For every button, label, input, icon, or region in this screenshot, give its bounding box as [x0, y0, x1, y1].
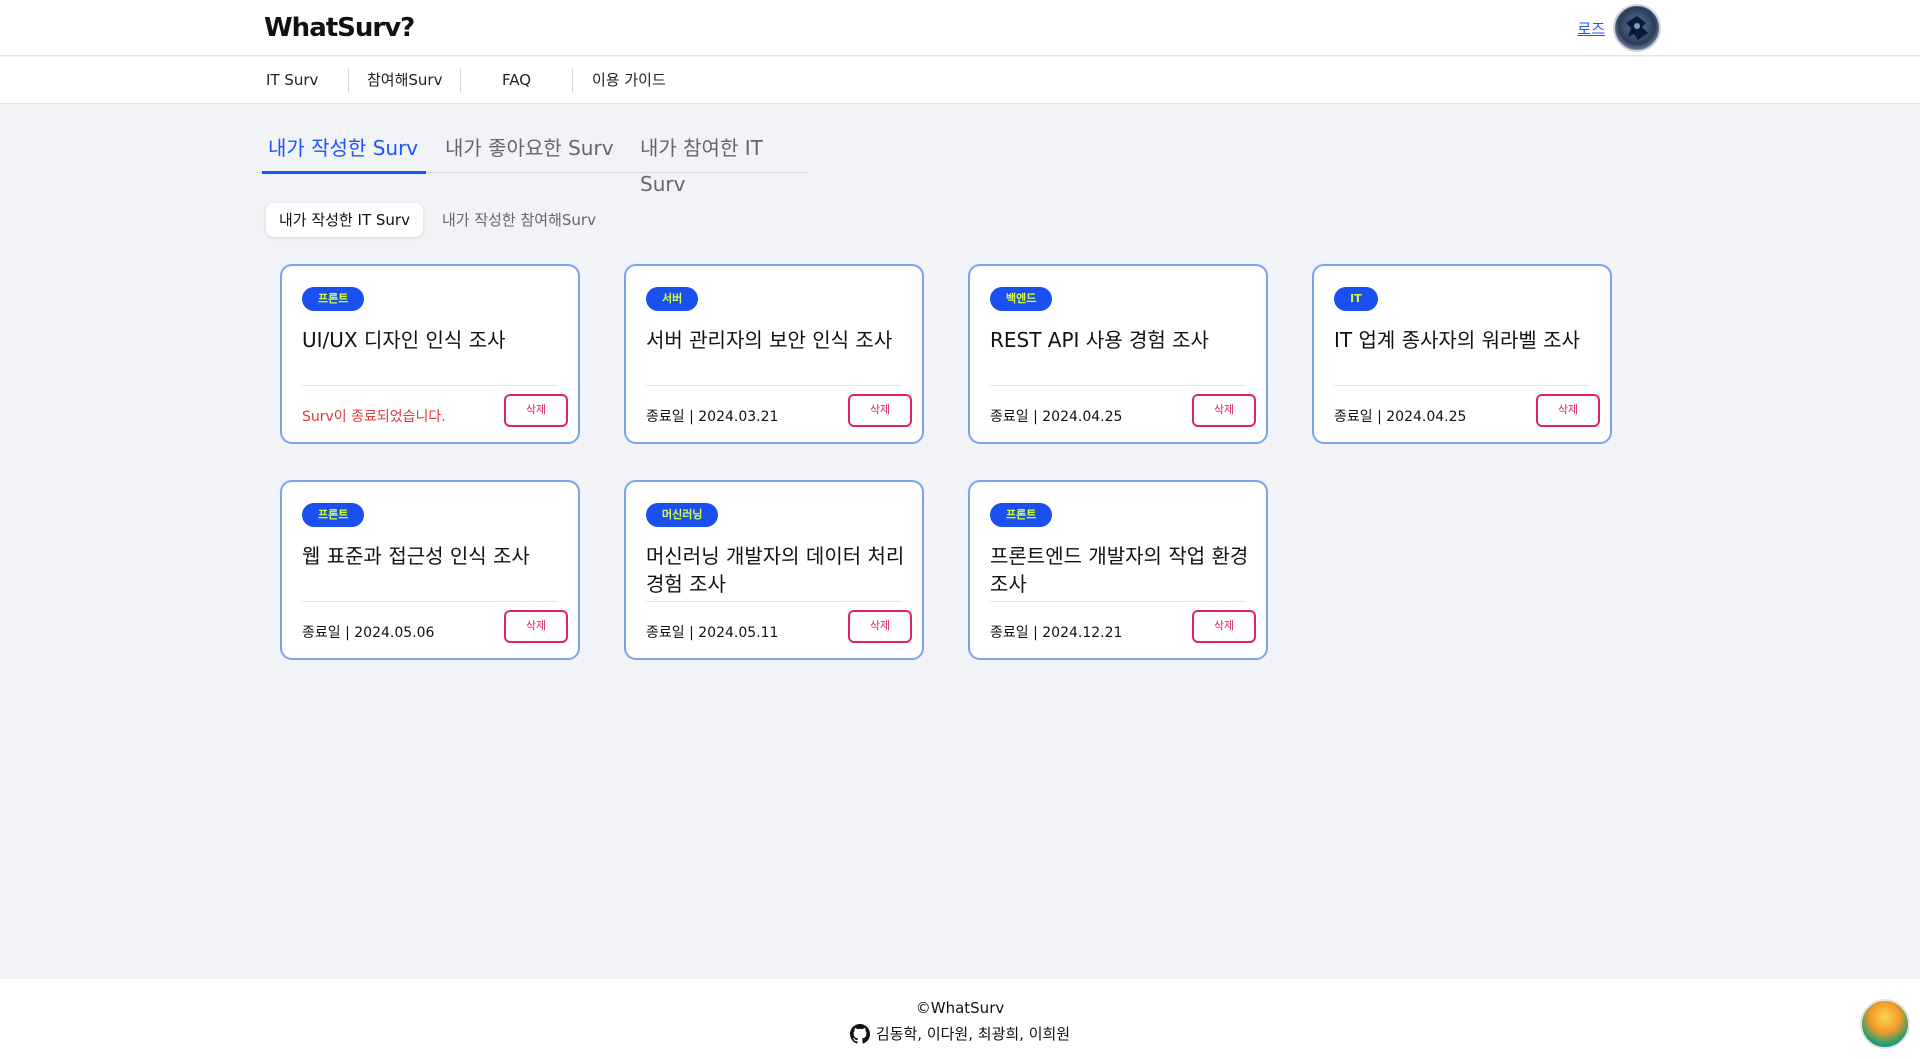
survey-title[interactable]: 프론트엔드 개발자의 작업 환경 조사 — [990, 542, 1252, 598]
survey-end-date: 종료일 | 2024.05.11 — [646, 625, 779, 641]
page-footer: ©WhatSurv 김동학, 이다원, 최광희, 이희원 — [0, 979, 1920, 1059]
survey-card[interactable]: 프론트 UI/UX 디자인 인식 조사 Surv이 종료되었습니다. 삭제 — [280, 264, 580, 444]
category-badge: IT — [1334, 287, 1378, 311]
user-avatar[interactable] — [1613, 4, 1661, 52]
survey-card[interactable]: IT IT 업계 종사자의 워라벨 조사 종료일 | 2024.04.25 삭제 — [1312, 264, 1612, 444]
tab-my-participated-it-surv[interactable]: 내가 참여한 IT Surv — [640, 130, 808, 196]
nav-divider — [348, 69, 349, 93]
survey-card[interactable]: 프론트 웹 표준과 접근성 인식 조사 종료일 | 2024.05.06 삭제 — [280, 480, 580, 660]
nav-item-faq[interactable]: FAQ — [502, 57, 531, 104]
github-icon[interactable] — [849, 1023, 870, 1044]
avatar-icon — [1626, 16, 1648, 40]
survey-end-date: 종료일 | 2024.03.21 — [646, 409, 779, 425]
survey-end-date: 종료일 | 2024.12.21 — [990, 625, 1123, 641]
category-badge: 프론트 — [990, 503, 1053, 527]
sub-tabs: 내가 작성한 IT Surv 내가 작성한 참여해Surv — [266, 203, 609, 237]
survey-end-date: 종료일 | 2024.04.25 — [990, 409, 1123, 425]
survey-card[interactable]: 프론트 프론트엔드 개발자의 작업 환경 조사 종료일 | 2024.12.21… — [968, 480, 1268, 660]
mypage-tabs: 내가 작성한 Surv 내가 좋아요한 Surv 내가 참여한 IT Surv — [260, 130, 808, 196]
delete-button[interactable]: 삭제 — [1192, 610, 1256, 643]
survey-end-date: 종료일 | 2024.05.06 — [302, 625, 435, 641]
logo-text: WhatSurv? — [264, 13, 415, 43]
nav-item-guide[interactable]: 이용 가이드 — [592, 57, 666, 104]
delete-button[interactable]: 삭제 — [1192, 394, 1256, 427]
survey-card[interactable]: 서버 서버 관리자의 보안 인식 조사 종료일 | 2024.03.21 삭제 — [624, 264, 924, 444]
card-divider — [646, 385, 902, 386]
delete-button[interactable]: 삭제 — [1536, 394, 1600, 427]
user-name-link[interactable]: 로즈 — [1577, 18, 1605, 39]
main-nav: IT Surv 참여해Surv FAQ 이용 가이드 — [0, 57, 1920, 104]
card-divider — [990, 385, 1246, 386]
card-divider — [1334, 385, 1590, 386]
survey-title[interactable]: 머신러닝 개발자의 데이터 처리 경험 조사 — [646, 542, 908, 598]
nav-item-participate-surv[interactable]: 참여해Surv — [367, 57, 442, 104]
category-badge: 서버 — [646, 287, 699, 311]
nav-item-it-surv[interactable]: IT Surv — [266, 57, 318, 104]
team-members: 김동학, 이다원, 최광희, 이희원 — [0, 1023, 1920, 1044]
logo[interactable]: WhatSurv? — [264, 11, 415, 45]
floating-action-button[interactable] — [1860, 999, 1910, 1049]
card-divider — [646, 601, 902, 602]
subtab-my-it-surv[interactable]: 내가 작성한 IT Surv — [266, 203, 423, 237]
tab-my-liked-surv[interactable]: 내가 좋아요한 Surv — [445, 130, 614, 172]
card-divider — [302, 601, 558, 602]
copyright-text: ©WhatSurv — [915, 999, 1005, 1017]
category-badge: 프론트 — [302, 503, 365, 527]
card-divider — [302, 385, 558, 386]
top-header: WhatSurv? 로즈 — [0, 0, 1920, 56]
nav-divider — [572, 69, 573, 93]
survey-title[interactable]: IT 업계 종사자의 워라벨 조사 — [1334, 326, 1596, 354]
category-badge: 프론트 — [302, 287, 365, 311]
survey-card[interactable]: 백엔드 REST API 사용 경험 조사 종료일 | 2024.04.25 삭… — [968, 264, 1268, 444]
delete-button[interactable]: 삭제 — [504, 394, 568, 427]
category-badge: 머신러닝 — [646, 503, 719, 527]
delete-button[interactable]: 삭제 — [504, 610, 568, 643]
delete-button[interactable]: 삭제 — [848, 610, 912, 643]
tab-my-written-surv[interactable]: 내가 작성한 Surv — [261, 130, 427, 174]
survey-title[interactable]: 서버 관리자의 보안 인식 조사 — [646, 326, 908, 354]
survey-title[interactable]: 웹 표준과 접근성 인식 조사 — [302, 542, 564, 570]
survey-title[interactable]: UI/UX 디자인 인식 조사 — [302, 326, 564, 354]
category-badge: 백엔드 — [990, 287, 1053, 311]
survey-card[interactable]: 머신러닝 머신러닝 개발자의 데이터 처리 경험 조사 종료일 | 2024.0… — [624, 480, 924, 660]
delete-button[interactable]: 삭제 — [848, 394, 912, 427]
survey-title[interactable]: REST API 사용 경험 조사 — [990, 326, 1252, 354]
subtab-my-participate-surv[interactable]: 내가 작성한 참여해Surv — [429, 203, 609, 237]
survey-status: Surv이 종료되었습니다. — [302, 409, 446, 425]
survey-end-date: 종료일 | 2024.04.25 — [1334, 409, 1467, 425]
members-text: 김동학, 이다원, 최광희, 이희원 — [875, 1025, 1071, 1043]
card-divider — [990, 601, 1246, 602]
user-menu[interactable]: 로즈 — [1577, 4, 1661, 52]
nav-divider — [460, 69, 461, 93]
